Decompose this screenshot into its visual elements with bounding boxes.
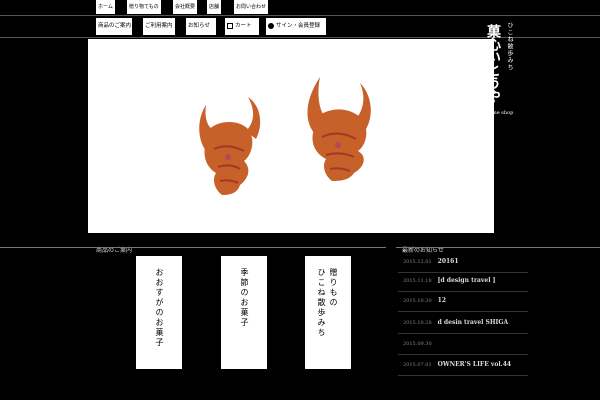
news-divider (398, 333, 528, 334)
news-item[interactable]: 2015.07.01 OWNER'S LIFE vol.44 (403, 361, 523, 379)
card-gifts-label-1: 贈りもの (329, 268, 338, 308)
login-label: サイン・会員登録 (276, 23, 321, 29)
news-title: [d design travel ] (437, 277, 496, 284)
products-heading-line (0, 247, 386, 248)
subnav-products[interactable]: 商品のご案内 (96, 18, 132, 35)
card-osuga-label: おおすがのお菓子 (155, 268, 164, 348)
nav-contact[interactable]: お問い合わせ (234, 0, 269, 14)
news-item[interactable]: 2015.10.30 12 (403, 297, 523, 315)
cart-icon (227, 22, 233, 29)
horned-sweet-right (307, 77, 371, 181)
top-nav: ホーム 贈り物てもの 会社概要 店舗 お問い合わせ (0, 0, 600, 16)
news-item[interactable]: 2015.09.30 (403, 340, 523, 358)
news-date: 2015.07.01 (403, 362, 432, 368)
hero-image (88, 39, 494, 233)
nav-home[interactable]: ホーム (96, 0, 115, 14)
subnav-guide[interactable]: ご利用案内 (143, 18, 175, 35)
card-seasonal[interactable]: 季節のお菓子 (221, 256, 267, 369)
news-item[interactable]: 2015.10.28 d desin travel SHIGA (403, 319, 523, 337)
card-gifts-label-2: ひこね散歩みち (317, 268, 326, 338)
subnav-cart[interactable]: カート (225, 18, 259, 35)
cart-label: カート (235, 23, 252, 29)
card-gifts[interactable]: 贈りもの ひこね散歩みち (305, 256, 351, 369)
nav-gifts[interactable]: 贈り物てもの (127, 0, 161, 14)
news-date: 2015.10.28 (403, 320, 432, 326)
card-osuga[interactable]: おおすがのお菓子 (136, 256, 182, 369)
news-date: 2015.10.30 (403, 298, 432, 304)
news-item[interactable]: 2015.11.18 [d design travel ] (403, 277, 523, 295)
news-heading-line (396, 247, 600, 248)
news-divider (398, 354, 528, 355)
news-title: 20161 (437, 258, 459, 265)
subnav-news[interactable]: お知らせ (186, 18, 216, 35)
news-date: 2015.11.18 (403, 278, 432, 284)
news-title: OWNER'S LIFE vol.44 (437, 361, 512, 368)
product-photo (199, 77, 371, 195)
news-date: 2015.09.30 (403, 341, 432, 347)
news-divider (398, 291, 528, 292)
user-icon (268, 22, 274, 29)
logo-subtitle: ひこね散歩みち (506, 22, 513, 71)
news-heading-text: 最新のお知らせ (402, 247, 444, 254)
card-seasonal-label: 季節のお菓子 (240, 268, 249, 328)
horned-sweet-left (199, 97, 261, 195)
top-divider (0, 15, 600, 16)
subnav-login[interactable]: サイン・会員登録 (266, 18, 326, 35)
news-title: d desin travel SHIGA (437, 319, 509, 326)
news-date: 2015.12.01 (403, 259, 432, 265)
news-title: 12 (437, 297, 446, 304)
news-divider (398, 375, 528, 376)
news-divider (398, 311, 528, 312)
products-heading-text: 商品のご案内 (96, 247, 133, 254)
news-item[interactable]: 2015.12.01 20161 (403, 258, 523, 276)
news-divider (398, 272, 528, 273)
nav-shops[interactable]: 店舗 (207, 0, 222, 14)
nav-company[interactable]: 会社概要 (173, 0, 198, 14)
